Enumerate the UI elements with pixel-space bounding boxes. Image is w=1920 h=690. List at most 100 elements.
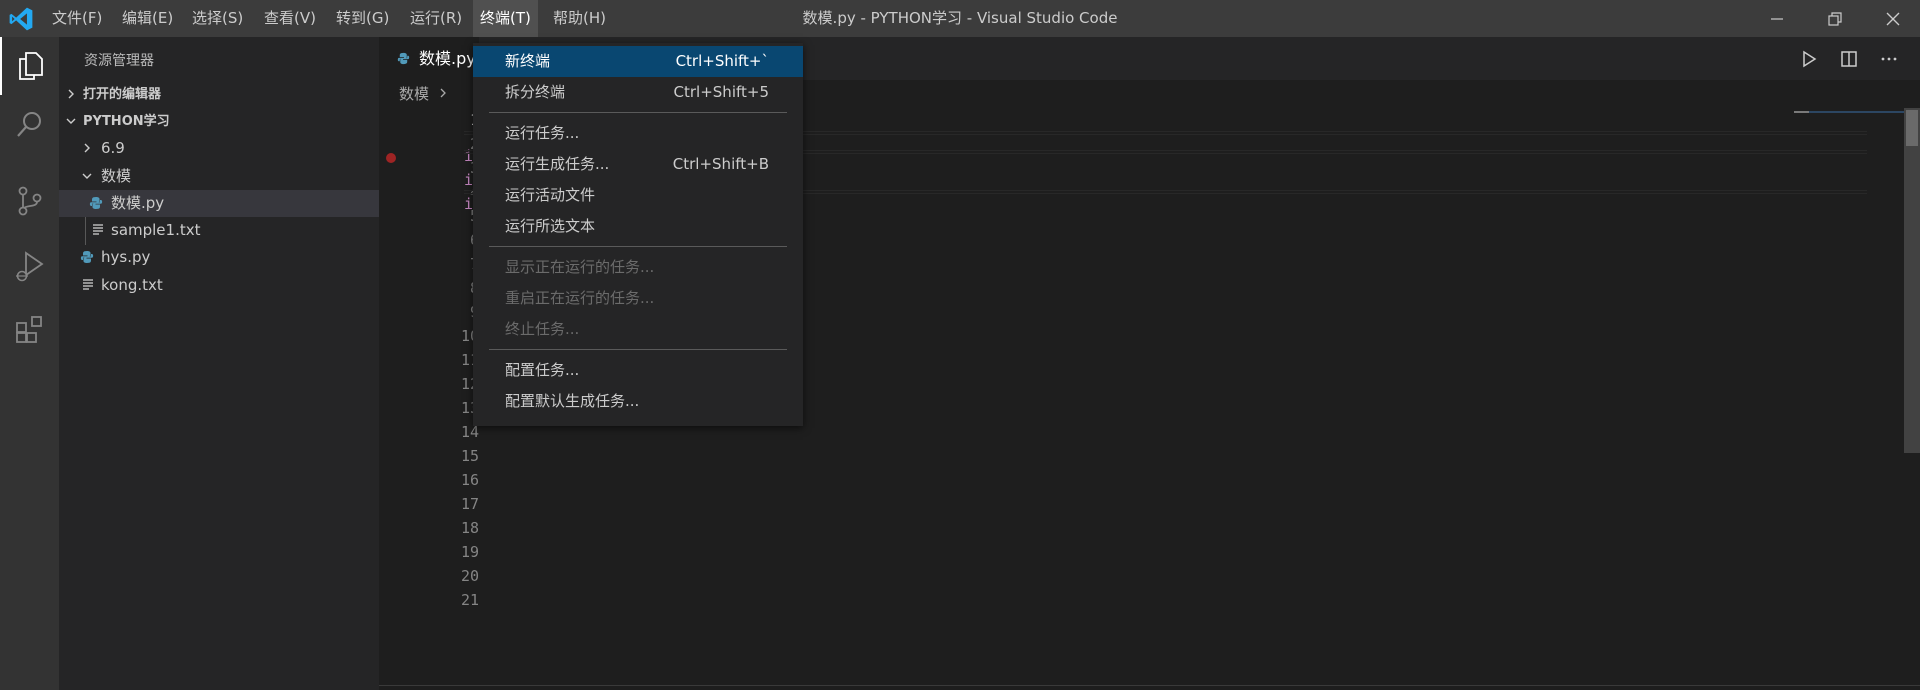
explorer-icon [18,52,43,80]
menu-item-run-active-file[interactable]: 运行活动文件 [473,180,803,211]
tree-item-label: sample1.txt [111,221,201,239]
line-number: 7 [419,252,479,276]
tree-item-folder-6-9[interactable]: 6.9 [59,135,379,162]
close-button[interactable] [1870,0,1916,37]
run-file-button[interactable] [1797,47,1821,71]
menu-file[interactable]: 文件(F) [45,0,109,37]
menu-item-configure-tasks[interactable]: 配置任务... [473,355,803,386]
open-editors-label: 打开的编辑器 [83,87,162,102]
minimize-icon [1771,17,1783,20]
line-number: 16 [460,471,479,489]
menu-item-label: 运行所选文本 [505,217,596,235]
tree-item-folder-shumo[interactable]: 数模 [59,163,379,190]
extensions-icon [15,316,42,343]
tree-item-file-sample1-txt[interactable]: sample1.txt [59,217,379,244]
menu-item-label: 配置任务... [505,361,580,379]
minimap[interactable] [1789,108,1909,128]
python-file-icon [397,52,410,65]
line-number: 6 [419,228,479,252]
breakpoint-marker[interactable] [386,153,396,163]
code-text[interactable]: i [464,144,473,168]
chevron-right-icon [68,89,74,99]
menu-run[interactable]: 运行(R) [403,0,469,37]
code-text[interactable]: i [464,168,473,192]
play-icon [1803,50,1817,68]
menu-item-label: 显示正在运行的任务... [505,258,655,276]
tree-item-file-kong-txt[interactable]: kong.txt [59,272,379,299]
explorer-button[interactable] [0,37,59,95]
workspace-label: PYTHON学习 [83,114,170,129]
menu-item-split-terminal[interactable]: 拆分终端 Ctrl+Shift+5 [473,77,803,108]
menu-item-run-build-task[interactable]: 运行生成任务... Ctrl+Shift+B [473,149,803,180]
open-editors-section[interactable]: 打开的编辑器 [59,81,379,108]
activity-bar [0,37,59,690]
search-icon [16,112,41,137]
restore-icon [1828,11,1842,26]
code-text[interactable]: i [464,192,473,216]
menu-item-run-task[interactable]: 运行任务... [473,118,803,149]
line-number: 11 [460,351,479,369]
menu-separator [489,112,787,113]
menu-item-label: 运行任务... [505,124,580,142]
python-file-icon [89,197,103,209]
python-file-icon [80,251,94,263]
vscode-logo-icon [9,7,33,31]
restore-button[interactable] [1812,0,1858,37]
vertical-scrollbar[interactable] [1904,108,1920,453]
sidebar-title: 资源管理器 [84,53,154,69]
extensions-button[interactable] [0,301,59,359]
breadcrumb-folder[interactable]: 数模 [399,85,429,103]
scrollbar-thumb[interactable] [1906,110,1918,146]
menu-separator [489,246,787,247]
line-number: 13 [460,399,479,417]
more-actions-button[interactable] [1877,47,1901,71]
menu-edit[interactable]: 编辑(E) [115,0,180,37]
split-editor-icon [1841,51,1857,67]
chevron-right-icon [440,88,446,98]
menu-item-terminate-task: 终止任务... [473,314,803,345]
menu-selection[interactable]: 选择(S) [185,0,250,37]
tree-item-file-shumo-py[interactable]: 数模.py [59,190,379,217]
split-editor-button[interactable] [1837,47,1861,71]
menu-item-shortcut: Ctrl+Shift+5 [673,83,769,101]
tree-item-label: 数模 [101,167,132,185]
menu-item-label: 新终端 [505,52,551,70]
source-control-icon [18,186,41,216]
menu-item-label: 配置默认生成任务... [505,392,640,410]
tab-shumo-py[interactable]: 数模.py [379,37,479,80]
explorer-sidebar: 资源管理器 打开的编辑器 PYTHON学习 6.9 数模 数模.py sampl… [59,37,379,690]
line-number: 19 [460,543,479,561]
menu-item-restart-running-task: 重启正在运行的任务... [473,283,803,314]
menu-help[interactable]: 帮助(H) [546,0,613,37]
menu-item-new-terminal[interactable]: 新终端 Ctrl+Shift+` [473,46,803,77]
source-control-button[interactable] [0,172,59,230]
line-number: 14 [460,423,479,441]
menu-item-configure-default-build-task[interactable]: 配置默认生成任务... [473,386,803,417]
chevron-down-icon [66,118,76,124]
menu-item-shortcut: Ctrl+Shift+B [672,155,769,173]
menu-terminal[interactable]: 终端(T) [473,0,538,37]
menu-go[interactable]: 转到(G) [329,0,396,37]
menu-item-shortcut: Ctrl+Shift+` [675,52,769,70]
chevron-right-icon [84,143,90,153]
line-number: 9 [419,300,479,324]
search-button[interactable] [0,95,59,153]
menu-item-label: 运行生成任务... [505,155,610,173]
menu-item-label: 拆分终端 [505,83,566,101]
workspace-section[interactable]: PYTHON学习 [59,108,379,135]
tab-label: 数模.py [419,49,476,68]
tree-item-file-hys-py[interactable]: hys.py [59,244,379,271]
run-debug-button[interactable] [0,237,59,295]
line-number: 20 [460,567,479,585]
menu-view[interactable]: 查看(V) [257,0,323,37]
terminal-menu-dropdown: 新终端 Ctrl+Shift+` 拆分终端 Ctrl+Shift+5 运行任务.… [473,43,803,426]
close-icon [1886,12,1900,25]
minimize-button[interactable] [1754,0,1800,37]
menu-item-run-selected-text[interactable]: 运行所选文本 [473,211,803,242]
line-number: 17 [460,495,479,513]
line-number: 15 [460,447,479,465]
line-number: 12 [460,375,479,393]
breadcrumb[interactable]: 数模 [399,80,448,108]
tree-item-label: 数模.py [111,194,165,212]
menu-separator [489,349,787,350]
